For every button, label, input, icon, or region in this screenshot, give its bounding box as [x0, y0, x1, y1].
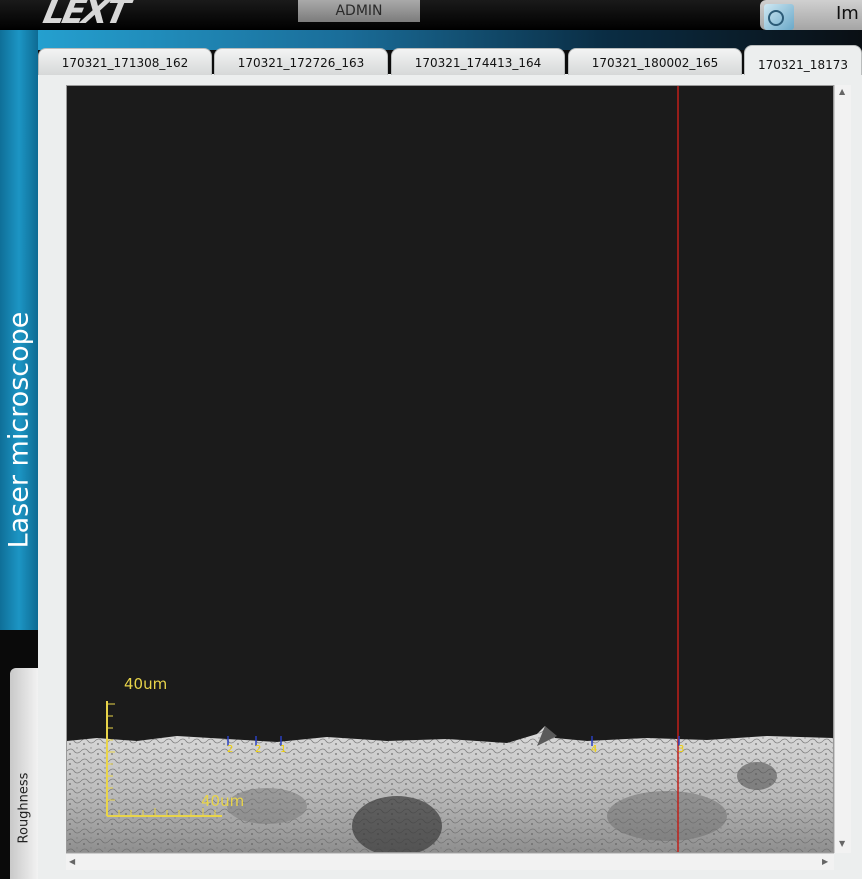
camera-icon[interactable] — [764, 4, 794, 30]
lext-logo: LEXT — [39, 0, 131, 32]
surface-profile — [67, 86, 833, 852]
tab-roughness[interactable]: Roughness — [10, 668, 38, 879]
top-right-panel[interactable]: Im — [760, 0, 862, 30]
marker-label: 3 — [678, 744, 685, 755]
horizontal-scrollbar[interactable]: ◀ ▶ — [66, 853, 834, 870]
marker-label: 2 — [255, 744, 262, 755]
microscope-image[interactable]: 40um 40um 2 2 1 4 3 — [66, 85, 834, 853]
vertical-scrollbar[interactable]: ▲ ▼ — [834, 85, 851, 853]
header-band — [0, 30, 862, 50]
file-tab-5[interactable]: 170321_18173 — [744, 45, 862, 75]
user-badge[interactable]: ADMIN — [298, 0, 420, 22]
marker-label: 2 — [227, 744, 234, 755]
file-tab-2[interactable]: 170321_172726_163 — [214, 48, 388, 75]
top-right-label: Im — [836, 3, 859, 24]
file-tab-3[interactable]: 170321_174413_164 — [391, 48, 565, 75]
marker-label: 1 — [280, 744, 287, 755]
scroll-up-icon[interactable]: ▲ — [839, 87, 845, 96]
scroll-left-icon[interactable]: ◀ — [69, 857, 75, 866]
scale-label-horizontal: 40um — [201, 792, 245, 810]
scale-label-vertical: 40um — [124, 675, 168, 693]
tab-roughness-label: Roughness — [16, 772, 32, 844]
file-tab-4[interactable]: 170321_180002_165 — [568, 48, 742, 75]
top-bar: LEXT ADMIN Im — [0, 0, 862, 32]
marker-label: 4 — [591, 744, 598, 755]
file-tab-1[interactable]: 170321_171308_162 — [38, 48, 212, 75]
scroll-down-icon[interactable]: ▼ — [839, 839, 845, 848]
sidebar-title: Laser microscope — [3, 311, 35, 549]
scroll-right-icon[interactable]: ▶ — [822, 857, 828, 866]
